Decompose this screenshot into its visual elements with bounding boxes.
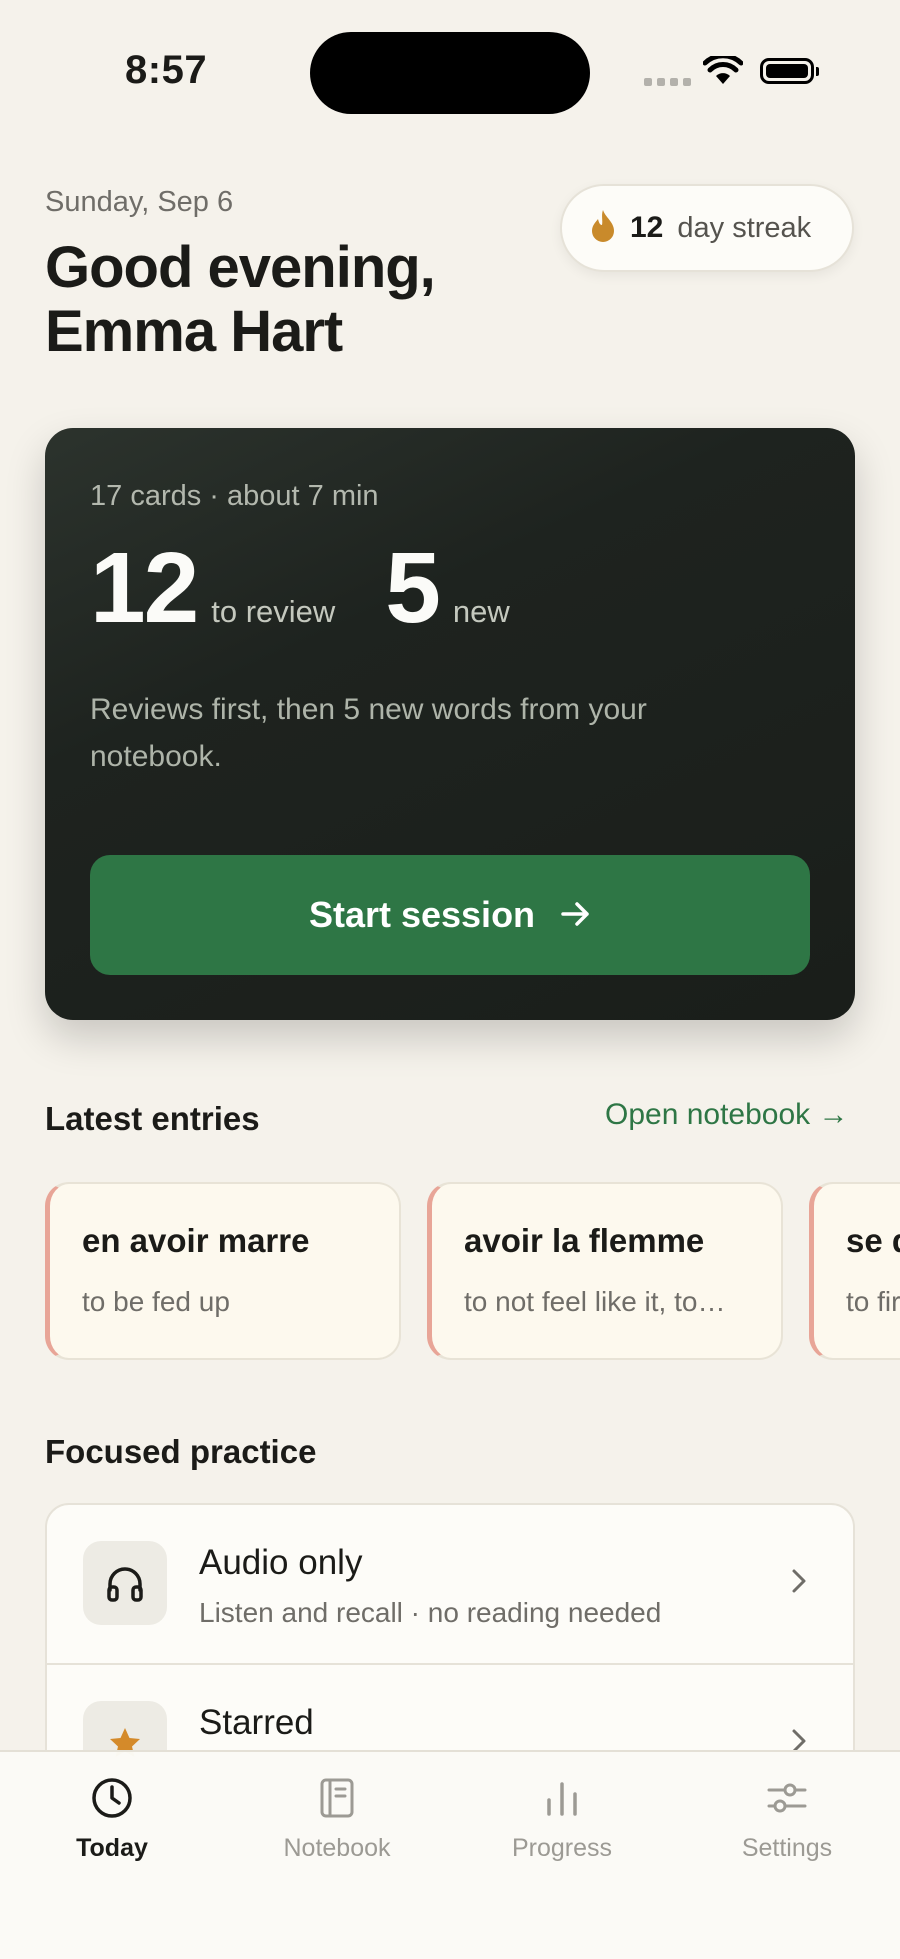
- tab-progress[interactable]: Progress: [472, 1776, 652, 1863]
- tab-bar: Today Notebook Progress Settings: [0, 1750, 900, 1959]
- practice-item-audio-only[interactable]: Audio only Listen and recall · no readin…: [47, 1505, 853, 1665]
- sliders-icon: [697, 1776, 877, 1820]
- practice-item-title: Audio only: [199, 1543, 363, 1582]
- wifi-icon: [702, 53, 744, 91]
- tab-label: Notebook: [283, 1834, 391, 1862]
- dynamic-island: [310, 32, 590, 114]
- streak-badge[interactable]: 12 day streak: [560, 184, 854, 272]
- battery-icon: [760, 58, 819, 84]
- entry-definition: to fir: [846, 1286, 900, 1317]
- session-meta: 17 cards · about 7 min: [90, 480, 379, 512]
- start-session-button[interactable]: Start session: [90, 855, 810, 975]
- entry-word: avoir la flemme: [464, 1222, 705, 1259]
- entry-card[interactable]: se d to fir: [809, 1182, 900, 1360]
- status-time: 8:57: [125, 48, 208, 92]
- flame-icon: [590, 209, 616, 248]
- clock-icon: [22, 1776, 202, 1820]
- open-notebook-link[interactable]: Open notebook →: [605, 1098, 849, 1132]
- practice-item-subtitle: Listen and recall · no reading needed: [199, 1597, 662, 1628]
- session-counts: 12 to review 5 new: [90, 538, 510, 638]
- entry-word: se d: [846, 1222, 900, 1259]
- tab-today[interactable]: Today: [22, 1776, 202, 1863]
- new-count: 5: [385, 532, 441, 644]
- entry-definition: to be fed up: [82, 1286, 230, 1317]
- session-description: Reviews first, then 5 new words from you…: [90, 693, 647, 773]
- streak-count: 12: [630, 211, 664, 244]
- bar-chart-icon: [472, 1776, 652, 1820]
- entry-card[interactable]: en avoir marre to be fed up: [45, 1182, 401, 1360]
- entry-definition: to not feel like it, to…: [464, 1286, 726, 1317]
- chevron-right-icon: [791, 1567, 807, 1600]
- greeting-title: Good evening, Emma Hart: [45, 235, 436, 364]
- tab-settings[interactable]: Settings: [697, 1776, 877, 1863]
- cellular-signal-icon: [644, 78, 691, 86]
- practice-item-title: Starred: [199, 1703, 314, 1742]
- entry-card[interactable]: avoir la flemme to not feel like it, to…: [427, 1182, 783, 1360]
- latest-entries-list: en avoir marre to be fed up avoir la fle…: [45, 1182, 900, 1360]
- arrow-right-icon: [561, 894, 591, 936]
- start-session-label: Start session: [308, 894, 536, 935]
- headphones-icon: [83, 1541, 167, 1625]
- greeting-user-name: Emma Hart: [45, 299, 343, 364]
- greeting-line-1: Good evening,: [45, 235, 436, 300]
- session-card: 17 cards · about 7 min 12 to review 5 ne…: [45, 428, 855, 1020]
- streak-label: day streak: [677, 211, 812, 244]
- latest-entries-title: Latest entries: [45, 1100, 260, 1137]
- date-label: Sunday, Sep 6: [45, 186, 234, 218]
- new-label: new: [452, 594, 510, 629]
- tab-label: Progress: [511, 1834, 613, 1862]
- review-label: to review: [211, 594, 336, 629]
- focused-practice-title: Focused practice: [45, 1433, 317, 1470]
- notebook-icon: [247, 1776, 427, 1820]
- tab-notebook[interactable]: Notebook: [247, 1776, 427, 1863]
- entry-word: en avoir marre: [82, 1222, 310, 1259]
- review-count: 12: [90, 532, 199, 644]
- tab-label: Today: [76, 1834, 148, 1862]
- tab-label: Settings: [741, 1834, 833, 1862]
